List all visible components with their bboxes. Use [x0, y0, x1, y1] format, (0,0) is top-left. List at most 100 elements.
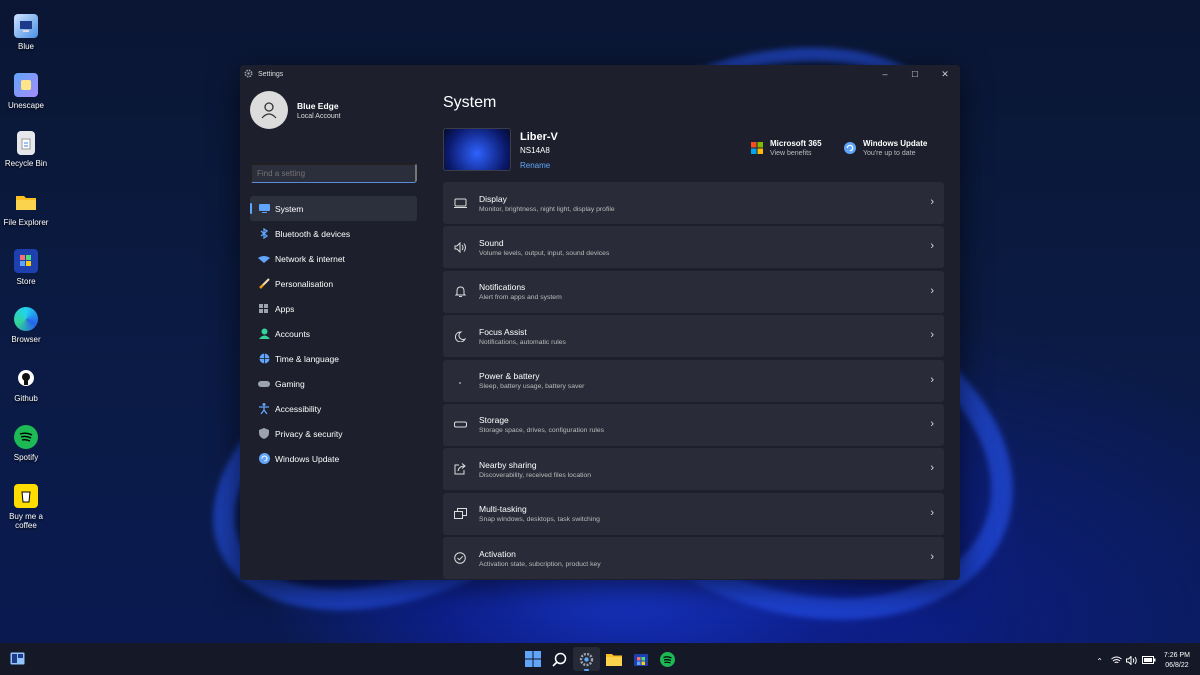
- taskbar-apps: [519, 647, 681, 671]
- volume-icon[interactable]: [1125, 654, 1138, 667]
- display-icon: [453, 196, 467, 210]
- chevron-right-icon: ›: [930, 284, 934, 297]
- desktop-icon-spotify[interactable]: Spotify: [0, 421, 52, 480]
- folder-icon: [14, 190, 38, 214]
- device-model: NS14A8: [520, 146, 550, 155]
- bell-icon: [453, 285, 467, 299]
- wifi-icon[interactable]: [1111, 656, 1122, 666]
- system-tray: ⌃ 7:26 PM 06/8/22: [1096, 651, 1190, 671]
- chevron-right-icon: ›: [930, 196, 934, 208]
- desktop-icon-store[interactable]: Store: [0, 245, 52, 304]
- profile-account-type: Local Account: [297, 112, 341, 120]
- sidebar-item-system[interactable]: System: [250, 196, 417, 221]
- desktop-icon-recycle-bin[interactable]: Recycle Bin: [0, 127, 52, 186]
- edge-icon: [14, 307, 38, 332]
- chevron-right-icon: ›: [930, 329, 934, 342]
- taskbar-spotify[interactable]: [654, 647, 681, 671]
- accounts-icon: [258, 328, 270, 340]
- desktop-icon-unescape[interactable]: Unescape: [0, 69, 52, 128]
- sidebar: Blue Edge Local Account System Bluetooth…: [240, 83, 430, 580]
- avatar: [250, 91, 288, 129]
- multitask-icon: [453, 507, 467, 521]
- desktop-icon-blue[interactable]: Blue: [0, 10, 52, 69]
- settings-row-display[interactable]: Display Monitor, brightness, night light,…: [443, 182, 944, 224]
- sidebar-item-apps[interactable]: Apps: [250, 296, 417, 321]
- desktop-icon-browser[interactable]: Browser: [0, 303, 52, 362]
- clock[interactable]: 7:26 PM 06/8/22: [1164, 651, 1190, 671]
- apps-icon: [258, 303, 270, 315]
- sidebar-item-accessibility[interactable]: Accessibility: [250, 396, 417, 421]
- settings-row-sound[interactable]: Sound Volume levels, output, input, sound…: [443, 226, 944, 269]
- shield-icon: [258, 428, 270, 440]
- desktop-icon-buy-me-a-coffee[interactable]: Buy me a coffee: [0, 480, 52, 539]
- settings-row-nearby-sharing[interactable]: Nearby sharing Discoverability, received …: [443, 448, 944, 491]
- sidebar-item-time-language[interactable]: Time & language: [250, 346, 417, 371]
- spotify-icon: [660, 651, 675, 667]
- search-button[interactable]: [546, 647, 573, 671]
- computer-icon: [14, 14, 38, 38]
- widgets-icon[interactable]: [10, 652, 25, 665]
- date: 06/8/22: [1165, 662, 1189, 669]
- search-icon: [552, 652, 567, 667]
- start-icon: [524, 651, 541, 667]
- file-explorer-icon: [605, 654, 622, 666]
- sidebar-item-windows-update[interactable]: Windows Update: [250, 446, 417, 471]
- sidebar-item-bluetooth-devices[interactable]: Bluetooth & devices: [250, 221, 417, 246]
- sidebar-item-gaming[interactable]: Gaming: [250, 371, 417, 396]
- start-button[interactable]: [519, 647, 546, 671]
- coffee-icon: [14, 483, 38, 508]
- desktop-icon-file-explorer[interactable]: File Explorer: [0, 186, 52, 245]
- sidebar-item-privacy-security[interactable]: Privacy & security: [250, 421, 417, 446]
- settings-gear-icon: [244, 65, 253, 83]
- desktop-icon-github[interactable]: Github: [0, 362, 52, 421]
- speaker-icon: [453, 240, 467, 254]
- window-controls: – ☐ ✕: [870, 65, 960, 83]
- taskbar-settings[interactable]: [573, 647, 600, 671]
- storage-icon: [453, 418, 467, 432]
- settings-row-power-battery[interactable]: Power & battery Sleep, battery usage, bat…: [443, 359, 944, 402]
- settings-row-storage[interactable]: Storage Storage space, drives, configurat…: [443, 403, 944, 446]
- settings-row-notifications[interactable]: Notifications Alert from apps and system …: [443, 270, 944, 313]
- settings-row-activation[interactable]: Activation Activation state, subcription,…: [443, 537, 944, 580]
- battery-icon[interactable]: [1141, 656, 1156, 666]
- sidebar-item-personalisation[interactable]: Personalisation: [250, 271, 417, 296]
- user-icon: [261, 102, 277, 119]
- wifi-icon: [258, 253, 270, 265]
- gamepad-icon: [258, 378, 270, 390]
- settings-window: Settings – ☐ ✕ Blue Edge Local Account S…: [240, 65, 960, 580]
- taskbar-store[interactable]: [627, 647, 654, 671]
- settings-row-focus-assist[interactable]: Focus Assist Notifications, automatic rul…: [443, 315, 944, 358]
- github-icon: [14, 366, 38, 390]
- unescape-icon: [14, 72, 38, 97]
- microsoft-365-promo[interactable]: Microsoft 365 View benefits: [751, 139, 822, 157]
- brush-icon: [258, 278, 270, 290]
- rename-link[interactable]: Rename: [520, 161, 550, 170]
- title-bar[interactable]: Settings: [240, 65, 960, 83]
- main-content: System Liber-V NS14A8 Rename Microsoft 3…: [443, 83, 944, 580]
- taskbar-file-explorer[interactable]: [600, 647, 627, 671]
- accessibility-icon: [258, 403, 270, 415]
- store-icon: [633, 654, 648, 666]
- device-thumbnail[interactable]: [443, 128, 511, 171]
- maximize-button[interactable]: ☐: [900, 65, 930, 83]
- globe-icon: [258, 353, 270, 365]
- chevron-right-icon: ›: [930, 240, 934, 253]
- chevron-up-icon[interactable]: ⌃: [1096, 657, 1103, 666]
- chevron-right-icon: ›: [930, 373, 934, 386]
- profile-name: Blue Edge: [297, 100, 339, 111]
- sidebar-item-network-internet[interactable]: Network & internet: [250, 246, 417, 271]
- close-button[interactable]: ✕: [930, 65, 960, 83]
- settings-row-multi-tasking[interactable]: Multi-tasking Snap windows, desktops, tas…: [443, 492, 944, 535]
- spotify-icon: [14, 424, 38, 449]
- chevron-right-icon: ›: [930, 462, 934, 475]
- window-title: Settings: [258, 70, 284, 78]
- time: 7:26 PM: [1163, 652, 1190, 659]
- sidebar-nav: System Bluetooth & devices Network & int…: [250, 196, 417, 471]
- page-title: System: [443, 94, 497, 111]
- user-profile[interactable]: Blue Edge Local Account: [250, 91, 341, 129]
- desktop-icons: Blue Unescape Recycle Bin File Explorer …: [0, 10, 52, 538]
- minimize-button[interactable]: –: [870, 65, 900, 83]
- windows-update-promo[interactable]: Windows Update You're up to date: [844, 139, 927, 157]
- search-input[interactable]: [250, 163, 417, 183]
- sidebar-item-accounts[interactable]: Accounts: [250, 321, 417, 346]
